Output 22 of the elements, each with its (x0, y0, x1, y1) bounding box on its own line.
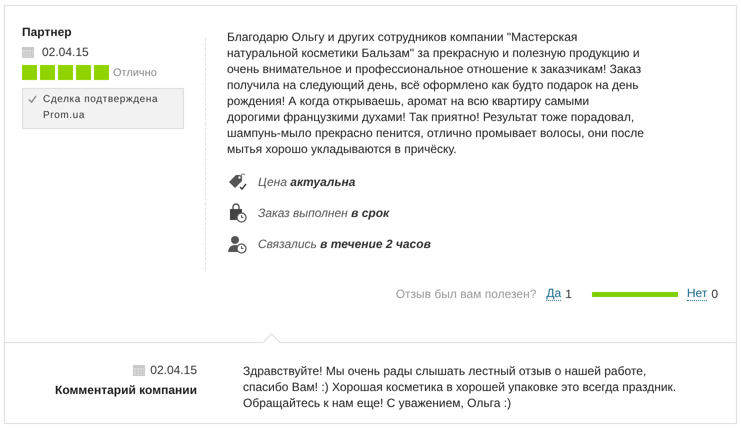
feature-text: Цена актуальна (258, 174, 356, 188)
author-name: Партнер (22, 25, 73, 41)
review-text: Благодарю Ольгу и других сотрудников компании "Мастерская натуральной косметики Бальзам" за прекрасную и полезную продукцию и очень внимательное и профессиональное отношение к заказчикам! Заказ получила на следующий день, всё оформлено как будто подарок на день рождения! А когда открываешь, аромат на всю квартиру самыми дорогими французкими духами! Так приятно! Результат тоже порадовал, шампунь-мыло прекрасно пенится, отлично промывает волосы, они после мытья хорошо укладываются в причёску. (227, 29, 645, 157)
reply-date: 02.04.15 (150, 363, 197, 377)
verified-source: Prom.ua (43, 109, 86, 123)
no-link[interactable]: Нет (686, 287, 708, 301)
calendar-icon (22, 46, 34, 58)
reply-title: Комментарий компании (55, 383, 197, 397)
calendar-icon (133, 364, 146, 376)
bag-clock-icon (227, 202, 247, 222)
review-date: 02.04.15 (42, 45, 89, 59)
person-clock-icon (227, 234, 247, 254)
yes-link[interactable]: Да (546, 287, 562, 301)
reply-text: Здравствуйте! Мы очень рады слышать лестный отзыв о нашей работе, спасибо Вам! :) Хорошая косметика в хорошей упаковке это всегда праздник. Обращайтесь к нам еще! С уважением, Ольга :) (243, 363, 678, 411)
helpful-question: Отзыв был вам полезен? (396, 287, 536, 301)
verified-text: Сделка подтверждена (43, 93, 158, 107)
tag-icon (227, 172, 247, 192)
rating-label: Отлично (113, 66, 157, 78)
no-count: 0 (711, 287, 718, 301)
yes-count: 1 (565, 287, 572, 301)
feature-text: Заказ выполнен в срок (258, 206, 390, 220)
feature-text: Связались в течение 2 часов (258, 236, 431, 250)
